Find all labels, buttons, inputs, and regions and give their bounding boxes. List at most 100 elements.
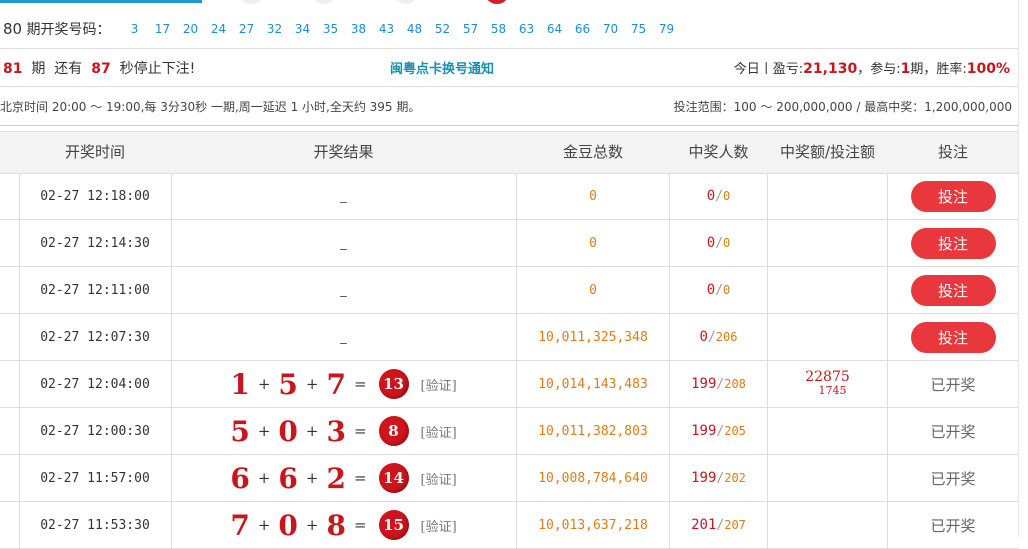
countdown-bar: 81 期 还有 87 秒停止下注! 闽粤点卡换号通知 今日丨盈亏:21,130，… <box>0 49 1018 87</box>
bet-button[interactable]: 投注 <box>910 321 996 353</box>
draw-time: 02-27 12:14:30 <box>40 235 150 251</box>
draw-code[interactable]: 27 <box>233 22 261 36</box>
draw-code[interactable]: 70 <box>597 22 625 36</box>
bet-amount: 1745 <box>818 384 847 397</box>
win-amount: 22875 <box>805 369 850 385</box>
result-digit: 2 <box>326 461 346 495</box>
winner-count: 199/205 <box>691 423 746 439</box>
table-cell <box>768 455 887 501</box>
table-cell: 投注 <box>888 173 1018 219</box>
slash: / <box>715 236 724 251</box>
draw-result: 5 +0 +3 = 8 [验证] <box>230 415 456 448</box>
table-cell: 02-27 12:11:00 <box>20 267 170 313</box>
total-beans: 10,011,382,803 <box>538 423 648 439</box>
draw-code[interactable]: 52 <box>429 22 457 36</box>
winners-value: 199 <box>691 470 717 486</box>
notice-link[interactable]: 闽粤点卡换号通知 <box>390 58 494 77</box>
table-cell: 投注 <box>888 220 1018 266</box>
table-cell: 02-27 12:04:00 <box>20 361 170 407</box>
verify-link[interactable]: [验证] <box>421 422 457 441</box>
table-cell: 已开奖 <box>888 408 1018 454</box>
result-sum-ball: 8 <box>378 416 409 446</box>
drawn-status: 已开奖 <box>930 422 976 441</box>
table-row: 02-27 12:07:30 _ 10,011,325,348 0/206 投注 <box>0 314 1019 361</box>
table-cell: 02-27 12:14:30 <box>20 220 170 266</box>
draw-code[interactable]: 75 <box>625 22 653 36</box>
draw-code[interactable]: 79 <box>653 22 681 36</box>
winners-value: 201 <box>691 517 717 533</box>
table-row: 02-27 12:04:00 1 +5 +7 = 13 [验证] 10,014,143,483… <box>0 361 1019 408</box>
draw-code[interactable]: 38 <box>345 22 373 36</box>
bet-button[interactable]: 投注 <box>910 180 996 212</box>
table-row: 02-27 12:14:30 _ 0 0/0 投注 <box>0 220 1019 267</box>
winners-value: 0 <box>706 235 716 251</box>
table-row: 02-27 12:11:00 _ 0 0/0 投注 <box>0 267 1019 314</box>
table-cell: 10,013,637,218 <box>517 502 669 548</box>
header-win-bet-ratio: 中奖额/投注额 <box>779 143 876 161</box>
table-cell <box>768 408 887 454</box>
winners-value: 199 <box>691 376 717 392</box>
table-cell: 投注 <box>888 267 1018 313</box>
tab-circle <box>395 0 417 4</box>
active-tab-indicator <box>0 0 202 3</box>
equals-sign: = <box>353 375 367 393</box>
header-draw-time: 开奖时间 <box>64 143 125 161</box>
draw-codes-bar: 80 期开奖号码： 3 17 20 24 27 32 34 35 38 43 48 52 57 58 63 6… <box>0 10 1018 49</box>
winner-count: 0/0 <box>707 282 731 298</box>
table-cell: 02-27 12:00:30 <box>20 408 170 454</box>
draw-code[interactable]: 17 <box>149 22 177 36</box>
table-cell: 0/0 <box>670 220 767 266</box>
draw-code[interactable]: 57 <box>457 22 485 36</box>
table-cell: 02-27 11:53:30 <box>20 502 170 548</box>
today-stats: 今日丨盈亏:21,130，参与:1期，胜率:100% <box>733 61 1010 77</box>
draw-code[interactable]: 3 <box>121 22 149 36</box>
draw-time: 02-27 11:57:00 <box>40 470 150 486</box>
total-beans: 0 <box>589 282 597 298</box>
draw-code[interactable]: 34 <box>289 22 317 36</box>
top-tab-strip <box>0 0 1028 6</box>
total-beans: 0 <box>589 188 597 204</box>
bet-button[interactable]: 投注 <box>910 227 996 259</box>
draw-result: 1 +5 +7 = 13 [验证] <box>230 368 456 401</box>
plus-sign: + <box>257 516 271 534</box>
header-total-beans: 金豆总数 <box>562 143 623 161</box>
winners-value: 0 <box>706 188 716 204</box>
winner-count: 199/202 <box>691 470 746 486</box>
bet-button[interactable]: 投注 <box>910 274 996 306</box>
table-cell <box>768 502 887 548</box>
schedule-text: 北京时间 20:00 ～ 19:00,每 3分30秒 一期,周一延迟 1 小时,… <box>0 99 421 114</box>
verify-link[interactable]: [验证] <box>421 516 457 535</box>
table-row: 02-27 12:18:00 _ 0 0/0 投注 <box>0 173 1019 220</box>
draw-code[interactable]: 32 <box>261 22 289 36</box>
table-cell: 10,011,382,803 <box>517 408 669 454</box>
table-cell: _ <box>171 267 516 313</box>
winner-count: 201/207 <box>691 517 746 533</box>
draw-code[interactable]: 66 <box>569 22 597 36</box>
result-digit: 5 <box>230 414 250 448</box>
participants-value: 205 <box>724 424 746 438</box>
result-placeholder: _ <box>340 282 347 298</box>
table-cell: 0/0 <box>670 267 767 313</box>
draw-code[interactable]: 58 <box>485 22 513 36</box>
table-row: 02-27 11:57:00 6 +6 +2 = 14 [验证] 10,008,784,640… <box>0 455 1019 502</box>
result-sum-ball: 15 <box>378 510 409 540</box>
table-cell: 199/202 <box>670 455 767 501</box>
table-cell: 199/205 <box>670 408 767 454</box>
slash: / <box>715 283 724 298</box>
winner-count: 0/0 <box>707 235 731 251</box>
table-cell <box>768 220 887 266</box>
table-cell: _ <box>171 173 516 219</box>
verify-link[interactable]: [验证] <box>421 375 457 394</box>
equals-sign: = <box>353 469 367 487</box>
verify-link[interactable]: [验证] <box>421 469 457 488</box>
draw-code[interactable]: 20 <box>177 22 205 36</box>
draw-code[interactable]: 43 <box>373 22 401 36</box>
draw-code[interactable]: 35 <box>317 22 345 36</box>
draw-code[interactable]: 48 <box>401 22 429 36</box>
draw-code[interactable]: 24 <box>205 22 233 36</box>
participants-value: 202 <box>724 471 746 485</box>
total-beans: 0 <box>589 235 597 251</box>
equals-sign: = <box>353 422 367 440</box>
draw-code[interactable]: 64 <box>541 22 569 36</box>
draw-code[interactable]: 63 <box>513 22 541 36</box>
